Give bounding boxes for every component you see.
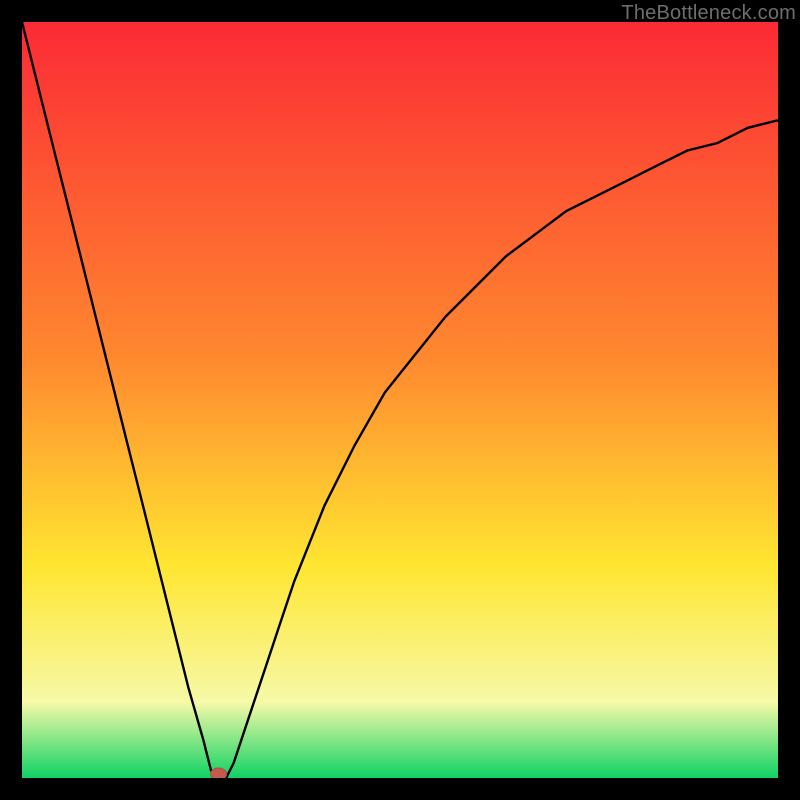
bottleneck-chart: [22, 22, 778, 778]
optimal-point-marker: [211, 768, 227, 778]
chart-frame: [22, 22, 778, 778]
gradient-background: [22, 22, 778, 778]
